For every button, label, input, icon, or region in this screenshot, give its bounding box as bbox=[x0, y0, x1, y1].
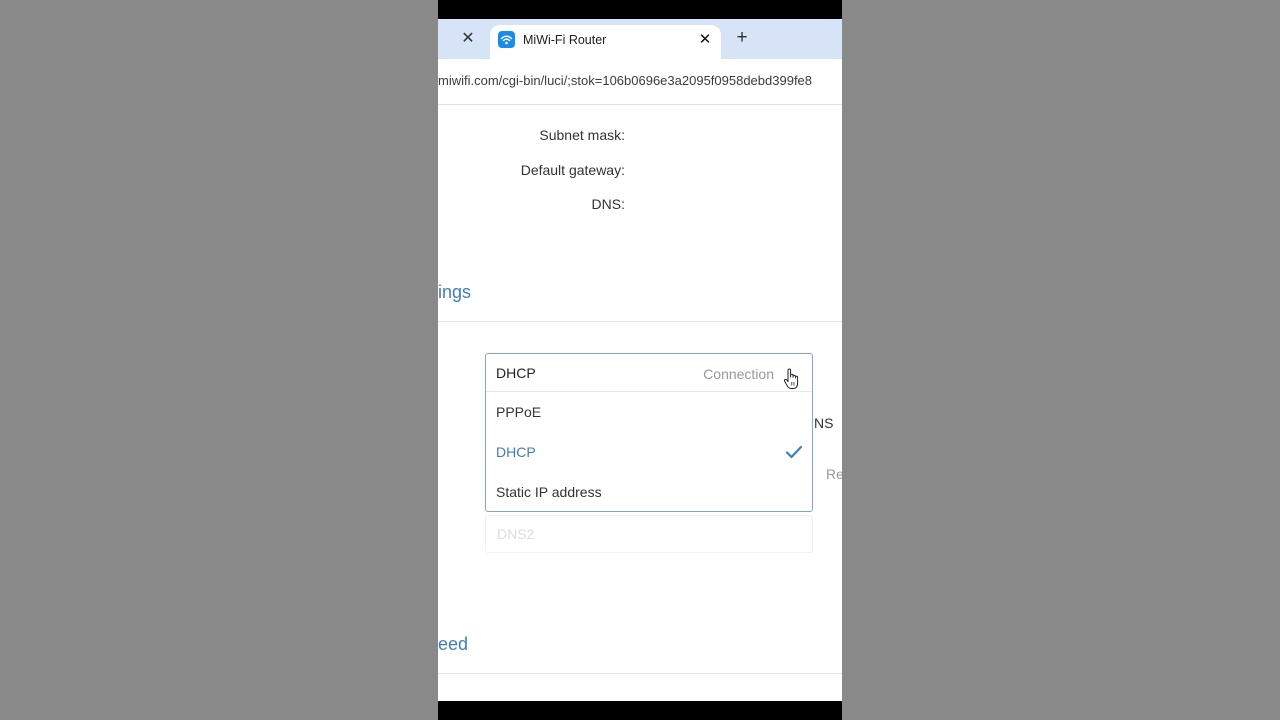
speed-section-title: eed bbox=[438, 634, 469, 654]
option-label: DHCP bbox=[496, 444, 536, 460]
dropdown-label: Connection bbox=[703, 366, 774, 382]
tab-strip: ✕ MiWi-Fi Router ✕ + bbox=[438, 19, 842, 59]
section-divider bbox=[438, 321, 842, 322]
section-divider bbox=[438, 673, 842, 674]
dns-label: DNS: bbox=[591, 196, 625, 212]
url-text[interactable]: miwifi.com/cgi-bin/luci/;stok=106b0696e3… bbox=[438, 73, 812, 88]
default-gateway-label: Default gateway: bbox=[520, 162, 625, 178]
settings-section-title: ings bbox=[438, 282, 472, 302]
checkmark-icon bbox=[785, 445, 803, 459]
dns-option-label-partial: NS bbox=[814, 415, 834, 431]
video-background-left bbox=[0, 0, 438, 720]
option-label: Static IP address bbox=[496, 484, 602, 500]
dns2-placeholder: DNS2 bbox=[497, 526, 535, 542]
option-label: PPPoE bbox=[496, 404, 542, 420]
tab-title: MiWi-Fi Router bbox=[523, 33, 607, 47]
connection-type-dropdown[interactable]: DHCP Connection PPPoE DHCP Static IP add… bbox=[485, 353, 813, 512]
previous-tab-close-icon[interactable]: ✕ bbox=[460, 29, 476, 49]
phone-frame: ✕ MiWi-Fi Router ✕ + miwifi.com/cgi-bin/… bbox=[438, 0, 842, 720]
dropdown-option-static-ip[interactable]: Static IP address bbox=[486, 472, 812, 512]
dropdown-option-dhcp[interactable]: DHCP bbox=[486, 432, 812, 472]
wifi-icon bbox=[498, 31, 515, 48]
video-background-right bbox=[842, 0, 1280, 720]
browser-window: ✕ MiWi-Fi Router ✕ + miwifi.com/cgi-bin/… bbox=[438, 19, 842, 701]
tab-close-icon[interactable]: ✕ bbox=[696, 30, 714, 50]
subnet-mask-label: Subnet mask: bbox=[539, 127, 625, 143]
new-tab-button[interactable]: + bbox=[732, 27, 752, 49]
dns2-input[interactable]: DNS2 bbox=[485, 515, 813, 553]
dropdown-option-pppoe[interactable]: PPPoE bbox=[486, 392, 812, 432]
hand-pointer-icon bbox=[783, 368, 799, 389]
active-tab[interactable]: MiWi-Fi Router ✕ bbox=[490, 25, 721, 59]
dropdown-selected-value: DHCP bbox=[496, 365, 536, 381]
address-bar[interactable]: miwifi.com/cgi-bin/luci/;stok=106b0696e3… bbox=[438, 59, 842, 105]
dropdown-header[interactable]: DHCP Connection bbox=[486, 354, 812, 392]
page-content: Subnet mask: Default gateway: DNS: ings … bbox=[438, 105, 842, 701]
right-label-partial: Re bbox=[826, 466, 842, 482]
